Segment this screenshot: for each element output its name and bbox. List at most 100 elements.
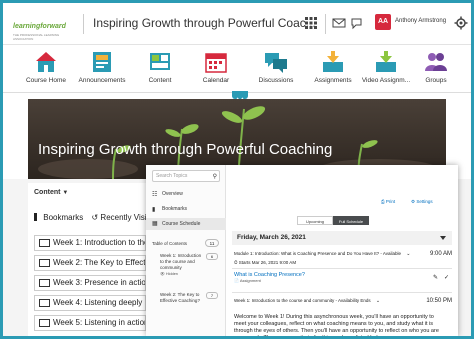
edit-icon[interactable]: ✎: [433, 274, 438, 281]
sidebar-item-label: Overview: [162, 191, 183, 197]
discussions-icon: [265, 53, 287, 73]
assignment-type: 📄 Assignment: [234, 278, 261, 283]
toc-item-count: 6: [206, 253, 218, 260]
week-module-2[interactable]: Week 2: The Key to Effective: [34, 255, 146, 271]
clock-icon: ⏱: [234, 260, 238, 265]
collapse-navbar-button[interactable]: [232, 91, 248, 102]
toc-count-badge: 11: [205, 239, 219, 247]
recently-visited-link[interactable]: Recently Visi: [100, 213, 146, 222]
content-panel: Content ▼ Bookmarks ↺ Recently Visi Week…: [28, 183, 147, 336]
tab-upcoming[interactable]: Upcoming: [297, 216, 333, 225]
printer-icon: ⎙: [381, 199, 385, 204]
folder-icon: [39, 239, 50, 247]
toc-heading: Table of Contents: [152, 241, 188, 246]
chevron-down-icon: [440, 236, 446, 240]
course-navbar: Course Home Announcements Content Calend…: [3, 45, 471, 93]
content-icon: [150, 53, 170, 70]
sidebar-item-course-schedule[interactable]: ▦ Course Schedule: [146, 218, 226, 230]
toc-item-title: Week 1: Introduction to the course and c…: [160, 253, 202, 270]
dialog-sidebar: Search Topics ⚲ ☷ Overview ▮ Bookmarks ▦…: [146, 165, 226, 336]
chevron-down-icon[interactable]: ⌄: [406, 251, 410, 257]
nav-label: Groups: [425, 77, 447, 84]
week-module-4[interactable]: Week 4: Listening deeply: [34, 295, 146, 311]
content-heading-label: Content: [34, 189, 61, 196]
divider: [232, 292, 452, 293]
toc-item-count: 7: [206, 292, 218, 299]
check-icon[interactable]: ✓: [444, 274, 449, 281]
day-header-label: Friday, March 26, 2021: [237, 234, 306, 241]
chevron-down-icon: ▼: [62, 190, 69, 196]
browser-frame: learningforward THE PROFESSIONAL LEARNIN…: [3, 3, 471, 336]
calendar-icon: [205, 53, 227, 73]
assignments-icon: [323, 51, 343, 72]
bookmark-icon: [34, 213, 37, 221]
divider: [83, 14, 84, 34]
logo-subtitle: THE PROFESSIONAL LEARNING ASSOCIATION: [13, 33, 60, 41]
groups-icon: [425, 53, 447, 71]
search-topics-input[interactable]: Search Topics ⚲: [152, 170, 220, 182]
day-header[interactable]: Friday, March 26, 2021: [232, 231, 452, 245]
dialog-main: ⎙ Print ⚙ Settings Upcoming Full Schedul…: [226, 165, 458, 336]
logo-text: learningforward: [13, 23, 66, 30]
week-module-3[interactable]: Week 3: Presence in action: [34, 275, 146, 291]
schedule-icon: ▦: [152, 221, 158, 227]
toc-item-sub: Hidden: [165, 272, 178, 276]
event-title: Week 1: Introduction to the course and c…: [234, 298, 371, 303]
sidebar-item-overview[interactable]: ☷ Overview: [152, 191, 222, 198]
announcements-icon: [93, 52, 111, 72]
chevron-down-icon[interactable]: ⌄: [376, 298, 380, 304]
overview-icon: ☷: [152, 192, 158, 198]
event-time: 9:00 AM: [429, 251, 452, 257]
gear-icon: ⚙: [411, 199, 416, 204]
print-button[interactable]: ⎙ Print: [381, 199, 395, 204]
toc-item-week-2[interactable]: Week 2: The Key to Effective Coaching?: [160, 292, 204, 304]
sidebar-item-bookmarks[interactable]: ▮ Bookmarks: [152, 206, 222, 213]
course-selector-grid-icon[interactable]: [304, 16, 318, 30]
chat-icon[interactable]: [350, 16, 364, 30]
folder-icon: [39, 319, 50, 327]
event-time: 10:50 PM: [426, 298, 452, 304]
course-title[interactable]: Inspiring Growth through Powerful Coac..…: [93, 16, 316, 30]
assignment-type-label: Assignment: [239, 278, 261, 283]
hidden-badge: 👁 Hidden: [160, 272, 178, 276]
bookmarks-link[interactable]: Bookmarks: [43, 213, 83, 222]
assignment-row[interactable]: What is Coaching Presence? 📄 Assignment …: [234, 272, 452, 283]
sidebar-item-label: Course Schedule: [162, 221, 201, 227]
house-icon: [36, 52, 56, 72]
tab-full-schedule[interactable]: Full Schedule: [333, 216, 369, 225]
week-label: Week 1: Introduction to the: [53, 238, 146, 247]
banner-title: Inspiring Growth through Powerful Coachi…: [38, 141, 333, 158]
mail-icon[interactable]: [332, 16, 346, 30]
week-label: Week 3: Presence in action: [53, 278, 146, 287]
event-description: Welcome to Week 1! During this asynchron…: [234, 314, 439, 336]
event-row[interactable]: Module 1: Introduction: What is Coaching…: [234, 251, 452, 257]
org-logo[interactable]: learningforward THE PROFESSIONAL LEARNIN…: [13, 15, 75, 41]
week-label: Week 4: Listening deeply: [53, 298, 143, 307]
gear-icon[interactable]: [454, 16, 468, 30]
toc-item-week-1[interactable]: Week 1: Introduction to the course and c…: [160, 253, 204, 277]
event-row[interactable]: Week 1: Introduction to the course and c…: [234, 298, 452, 304]
event-title: Module 1: Introduction: What is Coaching…: [234, 251, 402, 256]
event-start: Starts Mar 26, 2021 9:00 AM: [238, 260, 297, 265]
search-icon[interactable]: ⚲: [213, 172, 217, 182]
bookmark-icon: ▮: [152, 207, 156, 213]
print-label: Print: [385, 199, 396, 204]
content-heading[interactable]: Content ▼: [34, 189, 68, 196]
week-module-1[interactable]: Week 1: Introduction to the: [34, 235, 146, 251]
bookmarks-row: Bookmarks ↺ Recently Visi: [34, 213, 147, 222]
avatar[interactable]: AA: [375, 14, 391, 30]
video-assignments-icon: [376, 51, 396, 72]
folder-icon: [39, 279, 50, 287]
toc-item-title: Week 2: The Key to Effective Coaching?: [160, 292, 200, 303]
top-bar: learningforward THE PROFESSIONAL LEARNIN…: [3, 3, 471, 45]
week-module-5[interactable]: Week 5: Listening in action: [34, 315, 146, 331]
sidebar-item-label: Bookmarks: [162, 206, 188, 212]
event-start-row: ⏱ Starts Mar 26, 2021 9:00 AM: [234, 260, 452, 265]
settings-label: Settings: [416, 199, 433, 204]
settings-button[interactable]: ⚙ Settings: [411, 199, 433, 205]
folder-icon: [39, 299, 50, 307]
nav-groups[interactable]: Groups: [401, 49, 471, 84]
week-label: Week 5: Listening in action: [53, 318, 146, 327]
search-placeholder: Search Topics: [156, 173, 188, 179]
user-name[interactable]: Anthony Armstrong: [395, 18, 446, 24]
